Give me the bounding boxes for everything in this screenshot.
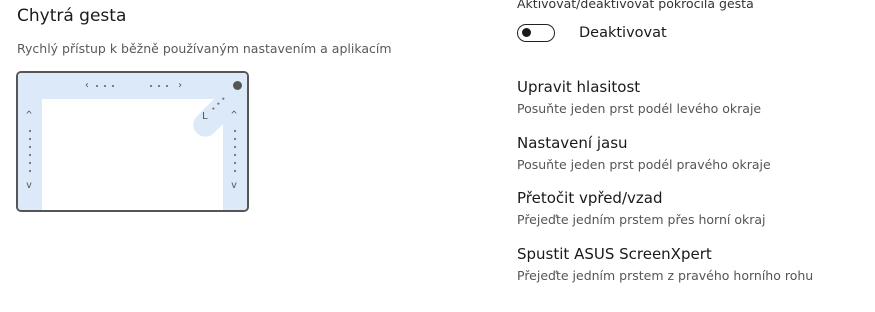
right-up-arrow-icon: ^ xyxy=(231,110,238,121)
left-down-arrow-icon: v xyxy=(26,180,33,191)
top-dots-left xyxy=(93,85,119,87)
right-down-arrow-icon: v xyxy=(231,180,238,191)
gesture-description: Posuňte jeden prst podél pravého okraje xyxy=(517,157,771,172)
top-right-arrow-icon: › xyxy=(177,80,184,91)
toggle-state-text: Deaktivovat xyxy=(579,25,667,41)
gesture-title: Nastavení jasu xyxy=(517,134,628,152)
gesture-title: Upravit hlasitost xyxy=(517,78,641,96)
left-edge-dots xyxy=(29,127,31,175)
gesture-description: Posuňte jeden prst podél levého okraje xyxy=(517,101,762,116)
gesture-volume: Upravit hlasitost Posuňte jeden prst pod… xyxy=(517,78,761,116)
activation-label: Aktivovat/deaktivovat pokročilá gesta xyxy=(517,0,754,11)
gesture-description: Přejeďte jedním prstem přes horní okraj xyxy=(517,212,766,227)
gesture-title: Spustit ASUS ScreenXpert xyxy=(517,245,712,263)
page-title: Chytrá gesta xyxy=(17,6,127,26)
gesture-preview: ‹ › ^ v ^ v L xyxy=(16,71,249,212)
top-edge-zone xyxy=(18,73,247,99)
gesture-screenxpert: Spustit ASUS ScreenXpert Přejeďte jedním… xyxy=(517,245,813,283)
top-dots-right xyxy=(147,85,173,87)
right-edge-dots xyxy=(234,127,236,175)
advanced-gestures-toggle[interactable] xyxy=(517,24,555,42)
gesture-title: Přetočit vpřed/vzad xyxy=(517,189,663,207)
corner-touch-dot xyxy=(233,81,242,90)
gesture-seek: Přetočit vpřed/vzad Přejeďte jedním prst… xyxy=(517,189,766,227)
toggle-knob xyxy=(522,28,531,37)
gesture-description: Přejeďte jedním prstem z pravého horního… xyxy=(517,268,814,283)
corner-diag-arrow-icon: L xyxy=(202,111,209,122)
top-left-arrow-icon: ‹ xyxy=(84,80,91,91)
page-subtitle: Rychlý přístup k běžně používaným nastav… xyxy=(17,41,392,56)
left-up-arrow-icon: ^ xyxy=(26,110,33,121)
gesture-brightness: Nastavení jasu Posuňte jeden prst podél … xyxy=(517,134,771,172)
